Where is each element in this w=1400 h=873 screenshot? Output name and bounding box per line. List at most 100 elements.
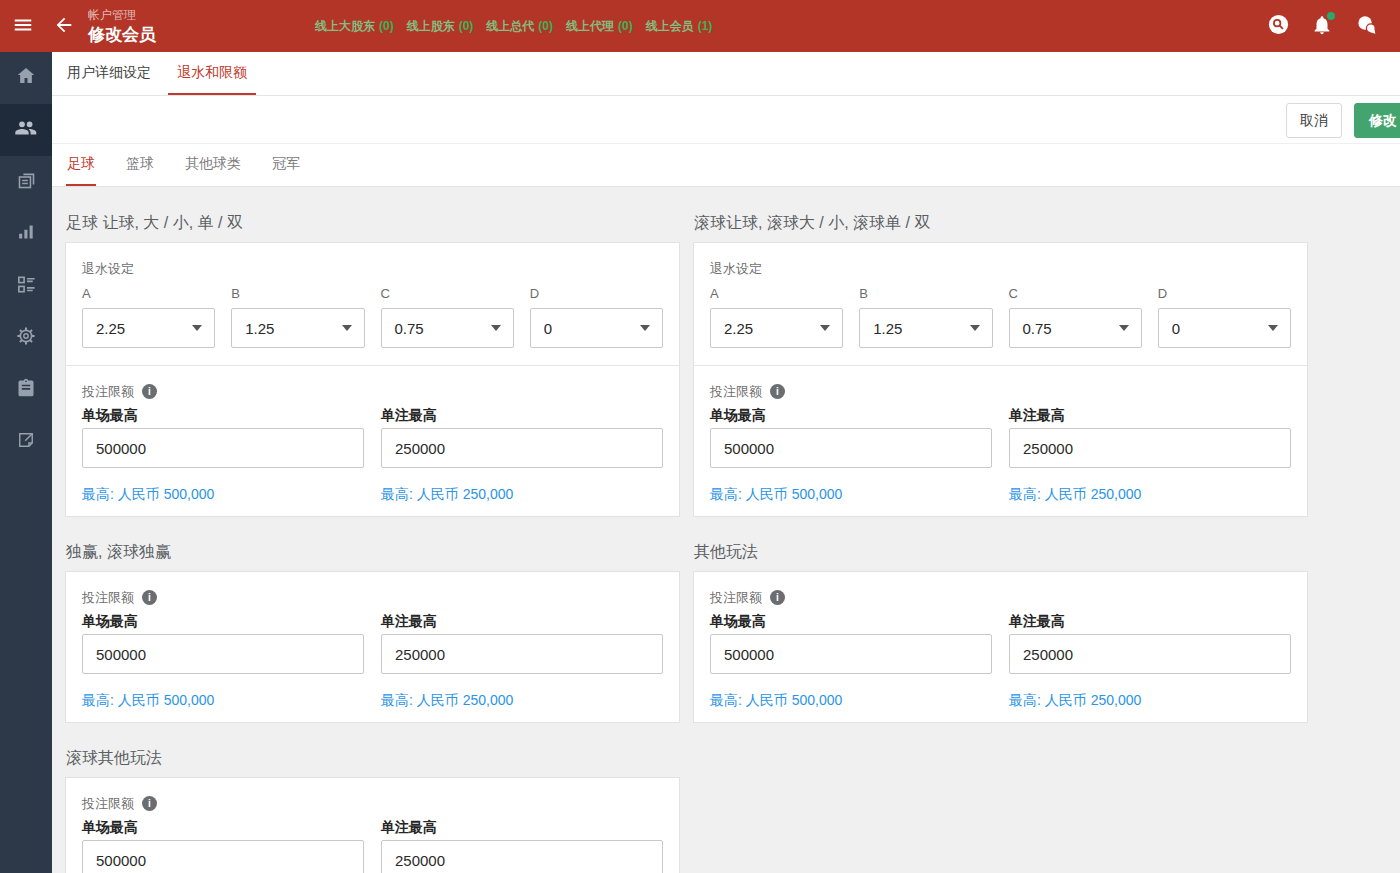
rebate-select[interactable]: 0.75 xyxy=(381,308,514,348)
chevron-down-icon xyxy=(640,325,650,331)
info-icon[interactable]: i xyxy=(142,384,157,399)
max-limit-hint: 最高: 人民币 500,000 xyxy=(82,486,364,502)
limit-field-label: 单场最高 xyxy=(710,407,992,423)
limit-amount-input[interactable] xyxy=(82,840,364,873)
search-button[interactable] xyxy=(1256,0,1300,52)
back-arrow-icon xyxy=(53,14,75,39)
sport-tab-champion[interactable]: 冠军 xyxy=(271,144,301,186)
menu-button[interactable] xyxy=(0,0,46,52)
limit-field-label: 单场最高 xyxy=(710,613,992,629)
limit-amount-input[interactable] xyxy=(82,634,364,674)
limit-section: 其他玩法投注限额i单场最高最高: 人民币 500,000单注最高最高: 人民币 … xyxy=(693,542,1308,723)
limits-label: 投注限额 xyxy=(82,384,134,399)
max-limit-hint: 最高: 人民币 500,000 xyxy=(710,692,992,708)
clipboard-icon xyxy=(16,378,36,402)
notifications-button[interactable] xyxy=(1300,0,1344,52)
info-icon[interactable]: i xyxy=(142,796,157,811)
nav-level-count: (0) xyxy=(538,19,553,33)
limit-field-label: 单场最高 xyxy=(82,407,364,423)
sidebar-item-lists[interactable] xyxy=(0,260,52,312)
max-limit-hint: 最高: 人民币 500,000 xyxy=(82,692,364,708)
info-icon[interactable]: i xyxy=(770,384,785,399)
sidebar-item-reports[interactable] xyxy=(0,156,52,208)
rebate-select[interactable]: 2.25 xyxy=(82,308,215,348)
tab-rebate-limits[interactable]: 退水和限额 xyxy=(168,52,256,95)
page-title: 修改会员 xyxy=(88,24,156,45)
section-title: 独赢, 滚球独赢 xyxy=(66,542,680,561)
sport-tab-basketball[interactable]: 篮球 xyxy=(125,144,155,186)
bet-limits: 投注限额i单场最高最高: 人民币 500,000单注最高最高: 人民币 250,… xyxy=(66,778,679,873)
info-icon[interactable]: i xyxy=(770,590,785,605)
main-area: 用户详细设定 退水和限额 取消 修改 足球 篮球 其他球类 冠军 足球 让球, … xyxy=(52,0,1400,873)
limit-amount-input[interactable] xyxy=(1009,634,1291,674)
section-title: 滚球让球, 滚球大 / 小, 滚球单 / 双 xyxy=(694,213,1308,232)
rebate-select[interactable]: 1.25 xyxy=(859,308,992,348)
sidebar-item-tasks[interactable] xyxy=(0,364,52,416)
sidebar-item-notes[interactable] xyxy=(0,416,52,468)
limit-amount-input[interactable] xyxy=(1009,428,1291,468)
limit-field-label: 单注最高 xyxy=(1009,407,1291,423)
section-card: 退水设定A2.25B1.25C0.75D0投注限额i单场最高最高: 人民币 50… xyxy=(693,242,1308,517)
tab-user-details[interactable]: 用户详细设定 xyxy=(58,52,160,95)
rebate-select-value: 2.25 xyxy=(724,320,753,337)
rebate-select[interactable]: 1.25 xyxy=(231,308,364,348)
limit-section: 滚球让球, 滚球大 / 小, 滚球单 / 双退水设定A2.25B1.25C0.7… xyxy=(693,213,1308,517)
hamburger-icon xyxy=(12,14,34,39)
sidebar-item-members[interactable] xyxy=(0,104,52,156)
rebate-select[interactable]: 0 xyxy=(1158,308,1291,348)
bet-limits: 投注限额i单场最高最高: 人民币 500,000单注最高最高: 人民币 250,… xyxy=(66,572,679,722)
sidebar-item-home[interactable] xyxy=(0,52,52,104)
sport-tab-football[interactable]: 足球 xyxy=(66,144,96,186)
rebate-select[interactable]: 2.25 xyxy=(710,308,843,348)
nav-account-level[interactable]: 线上代理(0) xyxy=(566,18,633,35)
nav-account-level[interactable]: 线上会员(1) xyxy=(646,18,713,35)
rebate-select[interactable]: 0.75 xyxy=(1009,308,1142,348)
app-header: 帐户管理 修改会员 线上大股东(0)线上股东(0)线上总代(0)线上代理(0)线… xyxy=(0,0,1400,52)
rebate-settings: 退水设定A2.25B1.25C0.75D0 xyxy=(694,243,1307,365)
rebate-select-value: 1.25 xyxy=(873,320,902,337)
nav-level-label: 线上股东 xyxy=(407,18,455,35)
chat-icon xyxy=(1355,13,1378,39)
limits-label: 投注限额 xyxy=(710,590,762,605)
limit-amount-input[interactable] xyxy=(381,428,663,468)
home-icon xyxy=(15,65,37,91)
submit-button[interactable]: 修改 xyxy=(1354,103,1400,138)
back-button[interactable] xyxy=(46,0,82,52)
nav-account-level[interactable]: 线上大股东(0) xyxy=(315,18,394,35)
content-area: 足球 让球, 大 / 小, 单 / 双退水设定A2.25B1.25C0.75D0… xyxy=(52,187,1400,873)
rebate-select[interactable]: 0 xyxy=(530,308,663,348)
nav-account-level[interactable]: 线上总代(0) xyxy=(486,18,553,35)
action-toolbar: 取消 修改 xyxy=(52,96,1400,144)
messages-button[interactable] xyxy=(1344,0,1388,52)
rebate-select-value: 0.75 xyxy=(395,320,424,337)
bet-limits: 投注限额i单场最高最高: 人民币 500,000单注最高最高: 人民币 250,… xyxy=(694,572,1307,722)
section-title: 其他玩法 xyxy=(694,542,1308,561)
sidebar-item-settings[interactable] xyxy=(0,312,52,364)
limit-amount-input[interactable] xyxy=(710,634,992,674)
rebate-option-label: C xyxy=(381,286,514,301)
cancel-button[interactable]: 取消 xyxy=(1286,103,1342,138)
chevron-down-icon xyxy=(1119,325,1129,331)
sport-tab-other-sports[interactable]: 其他球类 xyxy=(184,144,242,186)
rebate-select-value: 2.25 xyxy=(96,320,125,337)
sidebar-item-statistics[interactable] xyxy=(0,208,52,260)
limit-amount-input[interactable] xyxy=(381,634,663,674)
chevron-down-icon xyxy=(1268,325,1278,331)
limit-amount-input[interactable] xyxy=(710,428,992,468)
nav-account-level[interactable]: 线上股东(0) xyxy=(407,18,474,35)
account-level-nav: 线上大股东(0)线上股东(0)线上总代(0)线上代理(0)线上会员(1) xyxy=(315,0,725,52)
limit-amount-input[interactable] xyxy=(381,840,663,873)
limit-amount-input[interactable] xyxy=(82,428,364,468)
section-card: 退水设定A2.25B1.25C0.75D0投注限额i单场最高最高: 人民币 50… xyxy=(65,242,680,517)
chevron-down-icon xyxy=(820,325,830,331)
documents-icon xyxy=(16,170,37,195)
limits-label: 投注限额 xyxy=(82,590,134,605)
note-edit-icon xyxy=(16,430,36,454)
chevron-down-icon xyxy=(342,325,352,331)
info-icon[interactable]: i xyxy=(142,590,157,605)
rebate-select-value: 0 xyxy=(1172,320,1180,337)
rebate-select-value: 1.25 xyxy=(245,320,274,337)
bet-limits: 投注限额i单场最高最高: 人民币 500,000单注最高最高: 人民币 250,… xyxy=(66,365,679,516)
limit-field-label: 单注最高 xyxy=(381,819,663,835)
rebate-option-label: D xyxy=(530,286,663,301)
